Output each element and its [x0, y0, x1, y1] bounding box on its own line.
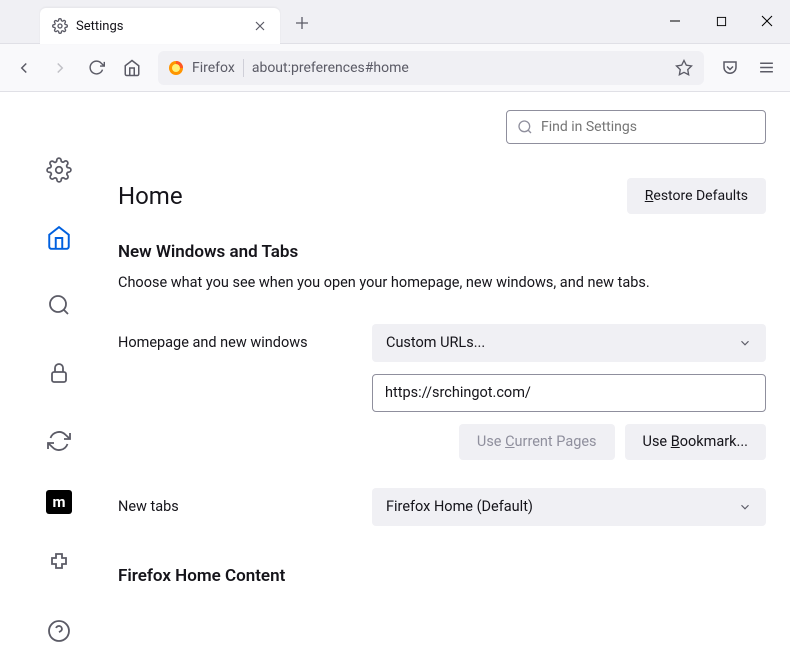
sidebar-item-extensions[interactable] [39, 546, 79, 582]
sidebar-item-privacy[interactable] [39, 355, 79, 391]
sidebar-item-home[interactable] [39, 220, 79, 256]
minimize-button[interactable] [652, 0, 698, 43]
main-panel: Home Restore Defaults New Windows and Ta… [118, 92, 790, 649]
sidebar-item-sync[interactable] [39, 423, 79, 459]
url-context: Firefox [192, 60, 235, 76]
gear-icon [52, 18, 68, 34]
restore-defaults-button[interactable]: Restore Defaults [627, 178, 766, 214]
app-menu-button[interactable] [750, 52, 782, 84]
browser-tab[interactable]: Settings [40, 8, 280, 44]
maximize-button[interactable] [698, 0, 744, 43]
sidebar-item-search[interactable] [39, 287, 79, 323]
close-tab-button[interactable] [250, 16, 270, 36]
forward-button[interactable] [44, 52, 76, 84]
page-title: Home [118, 182, 183, 210]
homepage-url-input[interactable] [372, 374, 766, 412]
new-tab-button[interactable] [286, 7, 318, 39]
back-button[interactable] [8, 52, 40, 84]
sidebar: m [0, 92, 118, 649]
pocket-button[interactable] [714, 52, 746, 84]
use-bookmark-button[interactable]: Use Bookmark... [625, 424, 766, 460]
homepage-select[interactable]: Custom URLs... [372, 324, 766, 362]
titlebar: Settings [0, 0, 790, 44]
section-title-home-content: Firefox Home Content [118, 566, 774, 586]
newtabs-label: New tabs [118, 498, 358, 515]
window-controls [652, 0, 790, 43]
sidebar-item-help[interactable] [39, 613, 79, 649]
home-button[interactable] [116, 52, 148, 84]
use-current-pages-button[interactable]: Use Current Pages [459, 424, 615, 460]
url-text: about:preferences#home [252, 60, 666, 76]
bookmark-star-icon[interactable] [674, 58, 694, 78]
url-bar[interactable]: Firefox about:preferences#home [158, 51, 704, 85]
newtabs-select[interactable]: Firefox Home (Default) [372, 488, 766, 526]
section-desc: Choose what you see when you open your h… [118, 272, 774, 294]
section-title-windows-tabs: New Windows and Tabs [118, 242, 774, 262]
search-icon [517, 119, 533, 135]
sidebar-item-more[interactable]: m [46, 490, 72, 513]
homepage-select-value: Custom URLs... [386, 334, 485, 351]
homepage-label: Homepage and new windows [118, 334, 358, 351]
newtabs-select-value: Firefox Home (Default) [386, 498, 533, 515]
chevron-down-icon [738, 336, 752, 350]
sidebar-item-general[interactable] [39, 152, 79, 188]
toolbar: Firefox about:preferences#home [0, 44, 790, 92]
url-separator [243, 59, 244, 77]
chevron-down-icon [738, 500, 752, 514]
close-window-button[interactable] [744, 0, 790, 43]
find-in-settings[interactable] [506, 110, 766, 144]
find-in-settings-input[interactable] [541, 119, 755, 135]
reload-button[interactable] [80, 52, 112, 84]
firefox-icon [168, 60, 184, 76]
tab-title: Settings [76, 19, 242, 34]
content: m Home Restore Defaults New Windows and … [0, 92, 790, 649]
